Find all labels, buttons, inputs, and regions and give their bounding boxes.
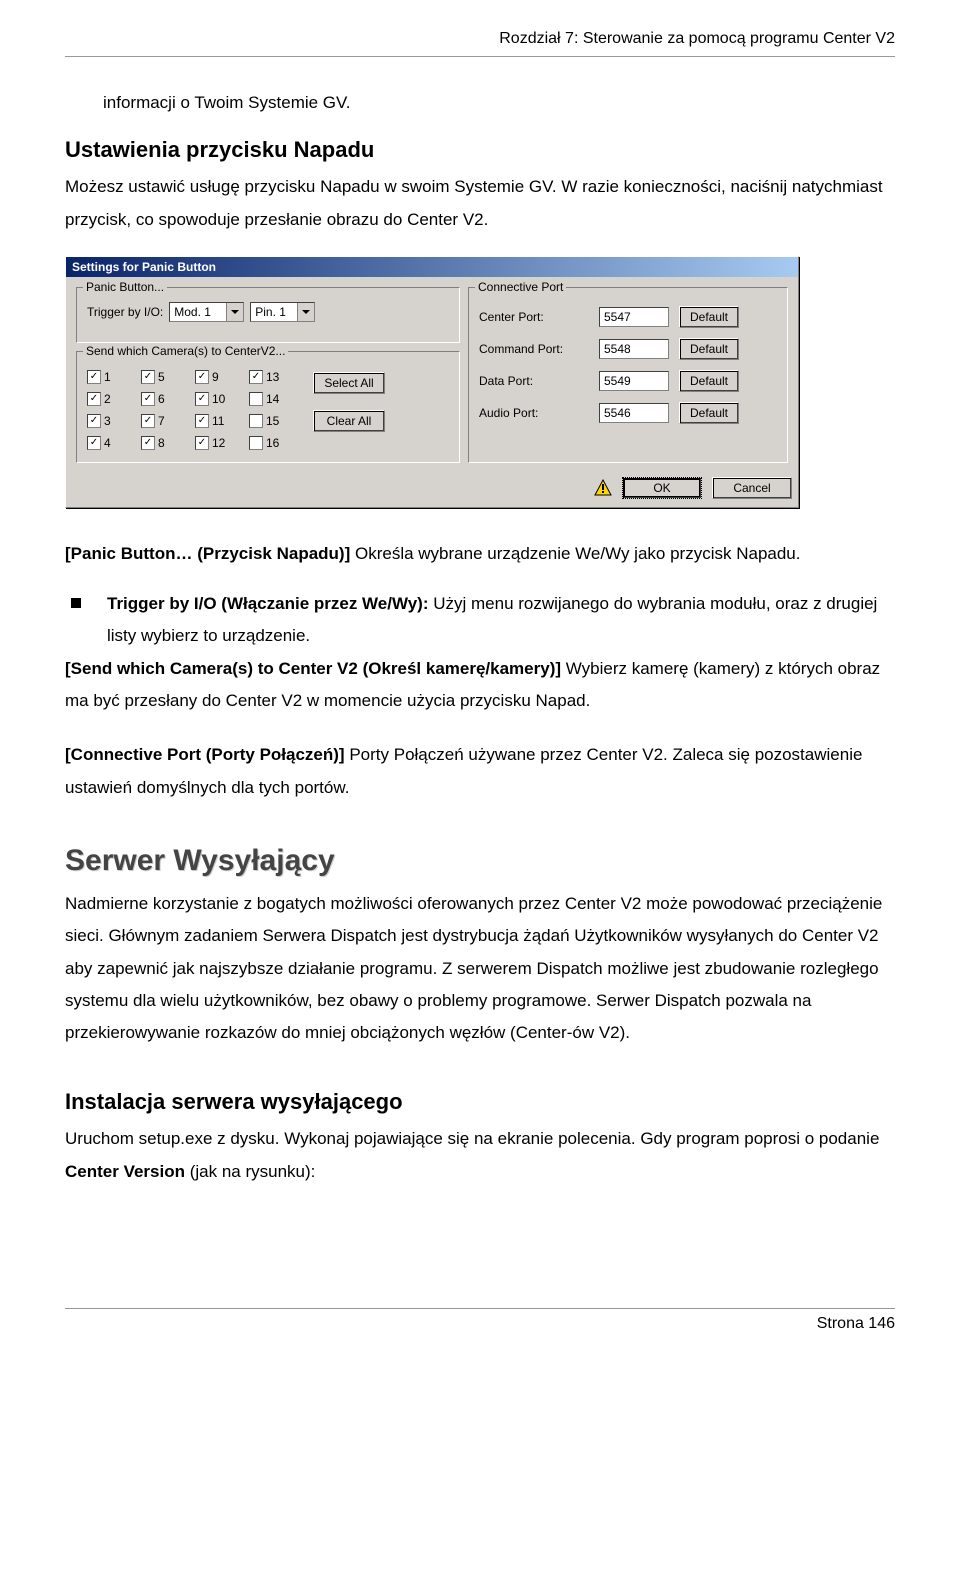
default-button[interactable]: Default [679, 370, 739, 392]
heading-install: Instalacja serwera wysyłającego [65, 1089, 895, 1115]
desc-send: [Send which Camera(s) to Center V2 (Okre… [65, 653, 895, 718]
camera-checkbox-7[interactable]: ✓7 [141, 414, 191, 428]
port-label: Audio Port: [479, 406, 589, 420]
port-input[interactable]: 5548 [599, 339, 669, 359]
camera-checkbox-3[interactable]: ✓3 [87, 414, 137, 428]
cancel-button[interactable]: Cancel [712, 477, 792, 499]
page-footer: Strona 146 [65, 1308, 895, 1333]
page-header: Rozdział 7: Sterowanie za pomocą program… [65, 30, 895, 48]
group-panic-legend: Panic Button... [83, 280, 167, 294]
intro-text: informacji o Twoim Systemie GV. [103, 87, 895, 119]
port-label: Data Port: [479, 374, 589, 388]
camera-checkbox-1[interactable]: ✓1 [87, 370, 137, 384]
camera-checkbox-11[interactable]: ✓11 [195, 414, 245, 428]
panic-settings-dialog: Settings for Panic Button Panic Button..… [65, 256, 799, 508]
warning-icon [594, 479, 612, 497]
chevron-down-icon [297, 303, 314, 321]
default-button[interactable]: Default [679, 306, 739, 328]
port-input[interactable]: 5547 [599, 307, 669, 327]
module-dropdown[interactable]: Mod. 1 [169, 302, 244, 322]
ok-button[interactable]: OK [622, 477, 702, 499]
port-input[interactable]: 5549 [599, 371, 669, 391]
default-button[interactable]: Default [679, 338, 739, 360]
group-send-cameras: Send which Camera(s) to CenterV2... ✓1✓5… [76, 351, 460, 463]
group-port-legend: Connective Port [475, 280, 566, 294]
camera-checkbox-13[interactable]: ✓13 [249, 370, 299, 384]
camera-checkbox-15[interactable]: 15 [249, 414, 299, 428]
select-all-button[interactable]: Select All [313, 372, 385, 394]
header-rule [65, 56, 895, 57]
install-paragraph: Uruchom setup.exe z dysku. Wykonaj pojaw… [65, 1123, 895, 1188]
camera-checkbox-10[interactable]: ✓10 [195, 392, 245, 406]
panic-paragraph: Możesz ustawić usługę przycisku Napadu w… [65, 171, 895, 236]
heading-panic-settings: Ustawienia przycisku Napadu [65, 137, 895, 163]
group-send-legend: Send which Camera(s) to CenterV2... [83, 344, 288, 358]
pin-dropdown[interactable]: Pin. 1 [250, 302, 315, 322]
camera-checkbox-9[interactable]: ✓9 [195, 370, 245, 384]
camera-checkbox-14[interactable]: 14 [249, 392, 299, 406]
trigger-label: Trigger by I/O: [87, 305, 163, 319]
camera-checkbox-12[interactable]: ✓12 [195, 436, 245, 450]
desc-panic: [Panic Button… (Przycisk Napadu)] Określ… [65, 538, 895, 570]
port-label: Center Port: [479, 310, 589, 324]
heading-serwer: Serwer Wysyłający [65, 844, 895, 878]
serwer-paragraph: Nadmierne korzystanie z bogatych możliwo… [65, 888, 895, 1049]
default-button[interactable]: Default [679, 402, 739, 424]
chevron-down-icon [226, 303, 243, 321]
clear-all-button[interactable]: Clear All [313, 410, 385, 432]
camera-checkbox-5[interactable]: ✓5 [141, 370, 191, 384]
camera-checkbox-6[interactable]: ✓6 [141, 392, 191, 406]
desc-trigger-bullet: Trigger by I/O (Włączanie przez We/Wy): … [65, 588, 895, 653]
group-connective-port: Connective Port Center Port:5547DefaultC… [468, 287, 788, 463]
port-input[interactable]: 5546 [599, 403, 669, 423]
camera-checkbox-2[interactable]: ✓2 [87, 392, 137, 406]
camera-checkbox-16[interactable]: 16 [249, 436, 299, 450]
dialog-titlebar: Settings for Panic Button [66, 257, 798, 277]
desc-port: [Connective Port (Porty Połączeń)] Porty… [65, 739, 895, 804]
camera-checkbox-8[interactable]: ✓8 [141, 436, 191, 450]
camera-checkbox-4[interactable]: ✓4 [87, 436, 137, 450]
port-label: Command Port: [479, 342, 589, 356]
group-panic-button: Panic Button... Trigger by I/O: Mod. 1 P… [76, 287, 460, 343]
